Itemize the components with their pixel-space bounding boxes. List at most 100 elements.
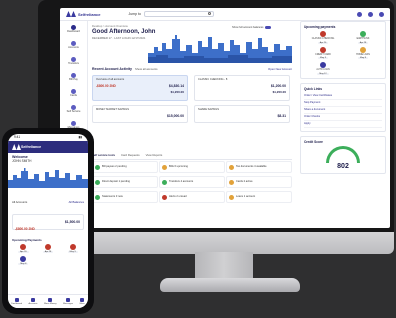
sidebar-item-self-service[interactable]: Self Service bbox=[60, 101, 87, 117]
activity-item[interactable]: Loans 1 account bbox=[226, 191, 292, 203]
status-bar: 9:41 ▮▮ bbox=[8, 134, 88, 141]
toggle-switch[interactable] bbox=[265, 26, 272, 29]
payment-date: Apr 20 bbox=[18, 251, 29, 253]
activity-label: Alerts 2 unread bbox=[169, 195, 187, 199]
quick-link[interactable]: Stop Payment bbox=[304, 100, 382, 107]
payee-name: CREDIT CARD bbox=[315, 53, 331, 56]
activity-item[interactable]: Direct deposit 1 pending bbox=[92, 176, 158, 188]
activity-item[interactable]: Cards 2 active bbox=[226, 176, 292, 188]
show-balances-toggle[interactable]: Show full account balances bbox=[232, 26, 272, 29]
activity-item[interactable]: Alerts 2 unread bbox=[159, 191, 225, 203]
phone-payment-item[interactable]: Apr 20 bbox=[12, 244, 35, 253]
payment-date: May 3 bbox=[318, 57, 328, 60]
top-bar: Selfreliance Jump to bbox=[60, 8, 390, 21]
accounts-filter[interactable]: Show all accounts bbox=[135, 67, 158, 71]
activity-label: Transfers 4 accounts bbox=[169, 180, 194, 184]
sidebar-item-cards[interactable]: Cards bbox=[60, 85, 87, 101]
account-card-checking[interactable]: CLASSIC CHECKING - 8 $1,200.00 $1,200.00 bbox=[194, 75, 290, 101]
dashboard-icon bbox=[71, 24, 76, 30]
nav-item-messages[interactable]: Messages bbox=[63, 298, 73, 305]
payee-icon bbox=[20, 244, 27, 250]
payments-grid: CLASSIC CHECKING Apr 20 EARTHLINK Apr 28 CRE… bbox=[304, 31, 382, 75]
nav-item-dashboard[interactable]: Dashboard bbox=[11, 298, 22, 305]
activity-icon bbox=[229, 164, 234, 170]
activity-item[interactable]: Bills 6 upcoming bbox=[159, 161, 225, 173]
profile-icon[interactable] bbox=[379, 11, 384, 17]
help-icon[interactable] bbox=[368, 11, 373, 17]
payee-icon bbox=[360, 46, 366, 53]
nav-label: Move Money bbox=[44, 303, 57, 305]
quick-link[interactable]: Order / View Certificates bbox=[304, 93, 382, 100]
credit-score-value: 802 bbox=[337, 162, 349, 170]
activity-item[interactable]: Bill payees 2 pending bbox=[92, 161, 158, 173]
phone-payment-item[interactable]: May 8 bbox=[12, 256, 35, 265]
main-content: Desktop > Account Overview Good Afternoo… bbox=[92, 21, 292, 228]
quick-link[interactable]: Order Checks bbox=[304, 114, 382, 121]
account-balance: $1,500.00 bbox=[64, 220, 80, 224]
search-input[interactable] bbox=[143, 11, 214, 17]
phone-screen: 9:41 ▮▮ Selfreliance Welcome JOHN SMITH … bbox=[8, 134, 88, 308]
phone-account-card[interactable]: -$800.00 2ND $1,500.00 bbox=[12, 214, 84, 231]
activity-icon bbox=[95, 179, 100, 185]
phone-header: Selfreliance bbox=[8, 141, 88, 153]
payment-item[interactable]: EARTHLINK Apr 28 bbox=[344, 31, 382, 44]
quick-links-title: Quick Links bbox=[304, 86, 323, 91]
payment-item[interactable]: CREDIT CARD May 3 bbox=[304, 46, 342, 60]
brand-logo[interactable]: Selfreliance bbox=[66, 11, 100, 17]
activity-label: Statements 3 new bbox=[102, 195, 123, 199]
activity-item[interactable]: Tax documents 4 available bbox=[226, 161, 292, 173]
activity-label: Cards 2 active bbox=[236, 180, 253, 184]
sidebar-item-accounts[interactable]: Accounts bbox=[60, 37, 87, 53]
payment-item[interactable]: CLASSIC CHECKING Apr 20 bbox=[304, 31, 342, 44]
messages-icon[interactable] bbox=[357, 11, 362, 17]
activity-label: Bills 6 upcoming bbox=[169, 165, 188, 169]
monitor-stand-foot bbox=[160, 278, 300, 292]
tab-card-requests[interactable]: Card Requests bbox=[121, 153, 140, 157]
sidebar-item-transfers[interactable]: Transfers bbox=[60, 53, 87, 69]
activity-icon bbox=[162, 194, 167, 200]
battery-icon: ▮▮ bbox=[78, 135, 82, 139]
payment-item[interactable]: AUTO LOAN May 12 bbox=[304, 62, 342, 75]
phone-payment-item[interactable]: Apr 28 bbox=[37, 244, 60, 253]
search-icon bbox=[207, 12, 211, 15]
activity-item[interactable]: Transfers 4 accounts bbox=[159, 176, 225, 188]
credit-score-title: Credit Score bbox=[304, 139, 323, 144]
nav-icon bbox=[31, 298, 36, 302]
account-balance: $4,830.14 bbox=[168, 84, 184, 88]
quick-link[interactable]: Apply bbox=[304, 121, 382, 128]
self-service-icon bbox=[71, 104, 76, 110]
payment-item[interactable]: HOME LOAN May 8 bbox=[344, 46, 382, 60]
all-balances-link[interactable]: All Balances bbox=[69, 200, 84, 204]
account-balance: $1,200.00 bbox=[270, 84, 286, 88]
sidebar-item-bill-pay[interactable]: Bill Pay bbox=[60, 69, 87, 85]
activity-icon bbox=[95, 164, 100, 170]
search-label: Jump to bbox=[128, 12, 141, 16]
open-account-link[interactable]: Open New Account bbox=[268, 67, 292, 71]
activity-label: Bill payees 2 pending bbox=[102, 165, 127, 169]
credit-score-panel: Credit Score 802 bbox=[300, 135, 386, 174]
activity-item[interactable]: Statements 3 new bbox=[92, 191, 158, 203]
account-balance: $8.31 bbox=[277, 114, 287, 118]
tab-self-service[interactable]: Self service tools bbox=[92, 153, 115, 157]
nav-item-accounts[interactable]: Accounts bbox=[29, 298, 38, 305]
sidebar-item-dashboard[interactable]: Dashboard bbox=[60, 21, 87, 37]
sidebar-item-label: Bill Pay bbox=[69, 77, 78, 81]
account-card-share-savings[interactable]: SHARE SAVINGS $8.31 bbox=[194, 105, 290, 123]
phone-payment-item[interactable]: May 3 bbox=[61, 244, 84, 253]
payment-date: Apr 28 bbox=[42, 251, 54, 253]
account-card-money-market[interactable]: MONEY MARKET SAVINGS $15,000.00 bbox=[92, 105, 188, 123]
nav-item-more[interactable]: More bbox=[80, 298, 85, 305]
nav-item-move-money[interactable]: Move Money bbox=[44, 298, 57, 305]
tab-view-reports[interactable]: View Reports bbox=[146, 153, 163, 157]
payee-icon bbox=[20, 256, 27, 262]
quick-link[interactable]: Share a document bbox=[304, 107, 382, 114]
payee-icon bbox=[44, 244, 51, 250]
activity-icon bbox=[229, 194, 234, 200]
account-available: $1,200.00 bbox=[272, 90, 286, 94]
logo-icon bbox=[66, 11, 76, 17]
nav-label: Dashboard bbox=[11, 303, 22, 305]
account-negative-amount: -$800.00 2ND bbox=[96, 84, 116, 88]
status-time: 9:41 bbox=[14, 135, 21, 139]
quick-links-panel: Quick Links Order / View Certificates Sto… bbox=[300, 82, 386, 132]
account-card-overview[interactable]: Overview of all accounts -$800.00 2ND $4… bbox=[92, 75, 188, 101]
